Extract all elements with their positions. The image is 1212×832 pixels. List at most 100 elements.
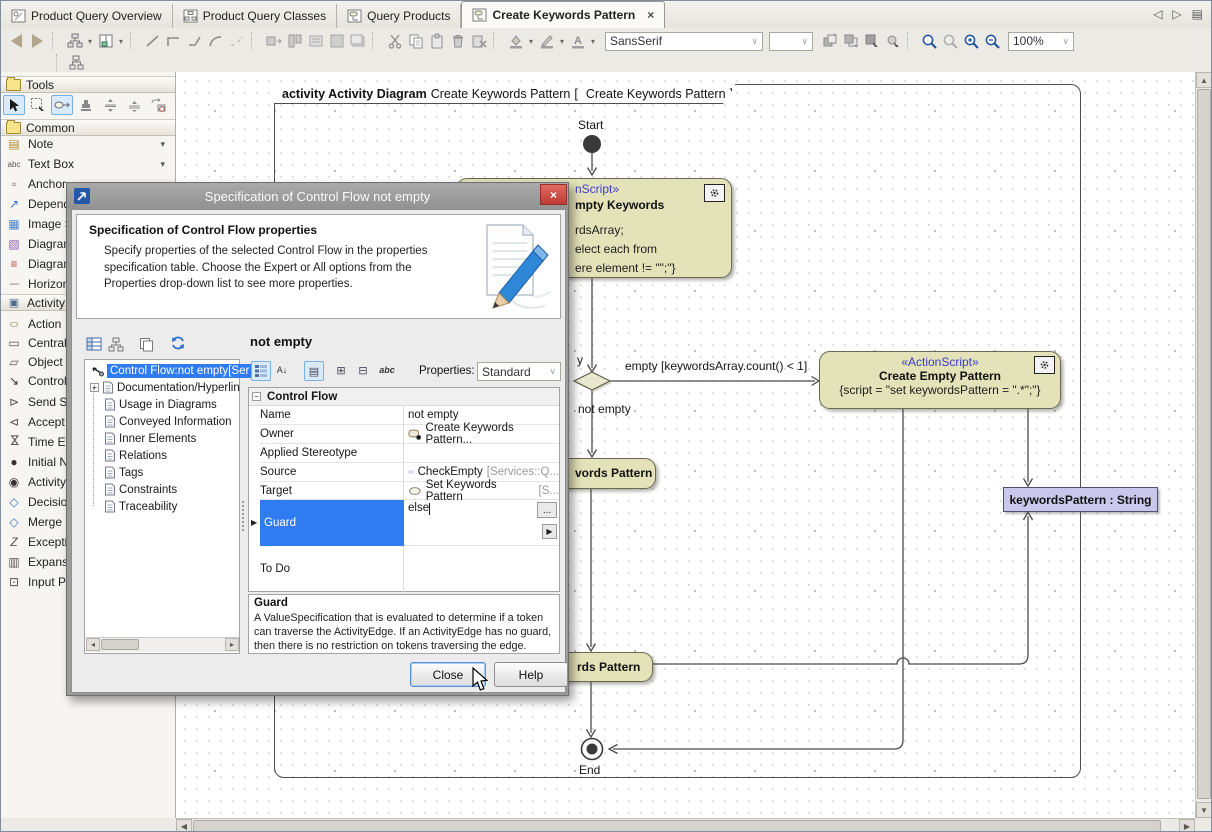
oblique-path-icon[interactable] bbox=[143, 32, 162, 51]
start-label[interactable]: Start bbox=[578, 118, 603, 132]
chevron-down-icon[interactable]: ▾ bbox=[527, 37, 535, 46]
vertical-spacing-tool-button[interactable] bbox=[99, 95, 121, 115]
canvas-vertical-scrollbar[interactable]: ▲ ▼ bbox=[1195, 72, 1212, 818]
fill-color-icon[interactable] bbox=[506, 32, 525, 51]
zoom-in-icon[interactable] bbox=[962, 32, 981, 51]
marquee-select-tool-button[interactable] bbox=[27, 95, 49, 115]
categorized-view-icon[interactable] bbox=[251, 361, 271, 381]
refresh-icon[interactable] bbox=[169, 334, 187, 352]
spec-table-view-icon[interactable] bbox=[85, 335, 103, 353]
select-tool-button[interactable] bbox=[3, 95, 25, 115]
properties-mode-combo[interactable]: Standard ∨ bbox=[477, 362, 561, 381]
palette-item-text-box[interactable]: abcText Box▾ bbox=[1, 154, 175, 174]
tree-item-control-flow[interactable]: Control Flow:not empty[Ser bbox=[86, 362, 252, 379]
palette-item-note[interactable]: ▤Note▾ bbox=[1, 134, 175, 154]
show-hide-icon[interactable] bbox=[862, 32, 881, 51]
make-same-size-icon[interactable] bbox=[264, 32, 283, 51]
vertical-scroll-thumb[interactable] bbox=[1197, 89, 1211, 799]
tree-item-usage-in-diagrams[interactable]: Usage in Diagrams bbox=[86, 396, 217, 413]
delete-from-model-icon[interactable] bbox=[469, 32, 488, 51]
tree-horizontal-scrollbar[interactable]: ◂ ▸ bbox=[86, 637, 239, 652]
tab-product-query-classes[interactable]: Product Query Classes bbox=[173, 4, 337, 28]
tree-item-documentation[interactable]: + Documentation/Hyperlin bbox=[86, 379, 240, 396]
edge-creation-tool-button[interactable] bbox=[51, 95, 73, 115]
property-value-guard-editor[interactable]: else bbox=[404, 500, 559, 546]
chevron-down-icon[interactable]: ▾ bbox=[86, 37, 94, 46]
collapse-all-icon[interactable]: ⊟ bbox=[354, 361, 372, 379]
scroll-left-icon[interactable]: ◀ bbox=[176, 819, 192, 832]
font-color-icon[interactable]: A bbox=[568, 32, 587, 51]
font-size-combo[interactable]: ∨ bbox=[769, 32, 813, 51]
object-node-keywords-pattern[interactable]: keywordsPattern : String bbox=[1003, 487, 1158, 512]
canvas-horizontal-scrollbar[interactable]: ◀ ▶ bbox=[176, 818, 1195, 832]
font-family-combo[interactable]: SansSerif ∨ bbox=[605, 32, 763, 51]
guard-expand-button[interactable]: ▶ bbox=[542, 524, 557, 539]
expand-all-icon[interactable]: ⊞ bbox=[332, 361, 350, 379]
swap-tool-button[interactable] bbox=[147, 95, 169, 115]
align-icon[interactable] bbox=[285, 32, 304, 51]
scroll-right-icon[interactable]: ▸ bbox=[225, 638, 239, 651]
previous-tab-icon[interactable]: ◁ bbox=[1153, 7, 1162, 21]
collapse-section-icon[interactable]: − bbox=[252, 392, 261, 401]
tab-create-keywords-pattern[interactable]: Create Keywords Pattern × bbox=[461, 1, 665, 28]
scroll-down-icon[interactable]: ▼ bbox=[1196, 802, 1212, 818]
containment-tree-icon[interactable] bbox=[65, 32, 84, 51]
chevron-down-icon[interactable]: ▾ bbox=[589, 37, 597, 46]
empty-guard-label[interactable]: empty [keywordsArray.count() < 1] bbox=[625, 359, 807, 373]
pen-color-icon[interactable] bbox=[537, 32, 556, 51]
property-value-applied-stereotype[interactable] bbox=[404, 444, 559, 463]
scroll-left-icon[interactable]: ◂ bbox=[86, 638, 100, 651]
not-empty-guard-label[interactable]: not empty bbox=[578, 402, 631, 416]
clone-icon[interactable] bbox=[137, 335, 155, 353]
chevron-down-icon[interactable]: ▾ bbox=[117, 37, 125, 46]
distribute-icon[interactable] bbox=[306, 32, 325, 51]
forward-button[interactable] bbox=[28, 32, 47, 51]
tree-scroll-thumb[interactable] bbox=[101, 639, 139, 650]
zoom-fit-icon[interactable] bbox=[941, 32, 960, 51]
zigzag-path-icon[interactable] bbox=[185, 32, 204, 51]
layout-icon[interactable] bbox=[327, 32, 346, 51]
zoom-out-icon[interactable] bbox=[983, 32, 1002, 51]
tab-product-query-overview[interactable]: Product Query Overview bbox=[1, 4, 173, 28]
tree-item-conveyed-information[interactable]: Conveyed Information bbox=[86, 413, 232, 430]
horizontal-spacing-tool-button[interactable] bbox=[123, 95, 145, 115]
swimlane-icon[interactable] bbox=[96, 32, 115, 51]
tree-item-traceability[interactable]: Traceability bbox=[86, 498, 177, 515]
paste-icon[interactable] bbox=[427, 32, 446, 51]
zoom-1-1-icon[interactable] bbox=[920, 32, 939, 51]
zoom-level-combo[interactable]: 100% ∨ bbox=[1008, 32, 1074, 51]
stamp-tool-button[interactable] bbox=[75, 95, 97, 115]
properties-table[interactable]: − Control Flow Name not empty Owner Crea… bbox=[248, 387, 560, 592]
send-to-back-icon[interactable] bbox=[841, 32, 860, 51]
spec-tree-view-icon[interactable] bbox=[107, 335, 125, 353]
bring-to-front-icon[interactable] bbox=[820, 32, 839, 51]
close-icon[interactable]: × bbox=[540, 184, 567, 205]
tab-list-icon[interactable]: ▤ bbox=[1192, 7, 1203, 21]
decision-node[interactable] bbox=[574, 372, 610, 390]
dialog-titlebar[interactable]: Specification of Control Flow not empty … bbox=[67, 183, 568, 209]
property-label-applied-stereotype[interactable]: Applied Stereotype bbox=[260, 444, 403, 463]
action-node-create-empty-pattern[interactable]: «ActionScript» Create Empty Pattern {scr… bbox=[819, 351, 1061, 409]
rectilinear-path-icon[interactable] bbox=[164, 32, 183, 51]
select-in-tree-icon[interactable] bbox=[883, 32, 902, 51]
curved-path-icon[interactable] bbox=[206, 32, 225, 51]
grid-icon[interactable] bbox=[348, 32, 367, 51]
property-value-target[interactable]: Set Keywords Pattern [S... bbox=[404, 482, 559, 500]
palette-header-tools[interactable]: Tools bbox=[1, 76, 175, 93]
splitter-handle[interactable] bbox=[242, 501, 247, 531]
property-label-source[interactable]: Source bbox=[260, 463, 403, 482]
specification-dialog[interactable]: Specification of Control Flow not empty … bbox=[66, 182, 569, 696]
end-label[interactable]: End bbox=[579, 763, 600, 777]
spec-tree-panel[interactable]: Control Flow:not empty[Ser + Documentati… bbox=[84, 359, 240, 654]
chevron-down-icon[interactable]: ▾ bbox=[160, 159, 165, 170]
tab-query-products[interactable]: Query Products bbox=[337, 4, 461, 28]
property-label-name[interactable]: Name bbox=[260, 406, 403, 425]
property-value-to-do[interactable] bbox=[404, 546, 559, 591]
scroll-right-icon[interactable]: ▶ bbox=[1179, 819, 1195, 832]
cut-icon[interactable] bbox=[385, 32, 404, 51]
scroll-up-icon[interactable]: ▲ bbox=[1196, 72, 1212, 88]
copy-icon[interactable] bbox=[406, 32, 425, 51]
property-label-to-do[interactable]: To Do bbox=[260, 546, 403, 591]
spline-path-icon[interactable] bbox=[227, 32, 246, 51]
property-label-target[interactable]: Target bbox=[260, 482, 403, 500]
